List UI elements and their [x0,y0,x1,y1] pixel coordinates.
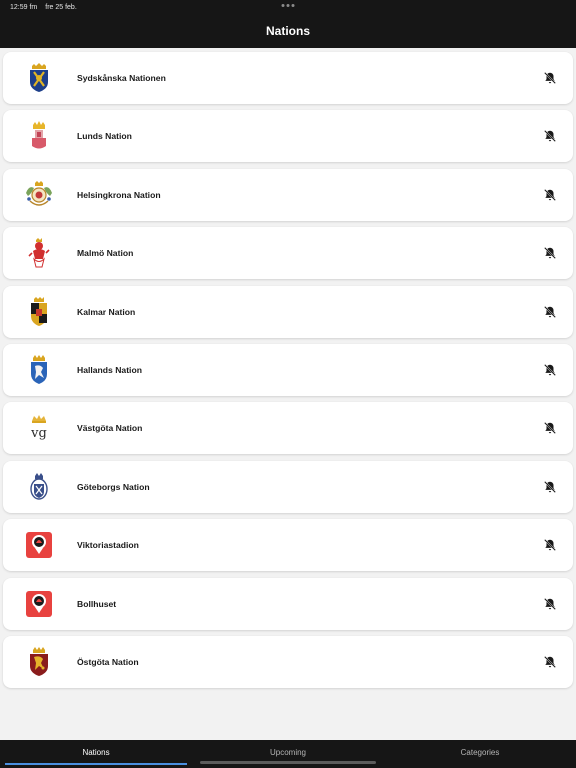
nation-name: Hallands Nation [77,364,142,375]
nation-name: Göteborgs Nation [77,481,150,492]
nation-name: Västgöta Nation [77,423,143,434]
location-pin-icon [24,588,54,620]
nation-card-goteborgs[interactable]: Göteborgs Nation [3,460,573,513]
venue-name: Viktoriastadion [77,540,139,551]
sydskanska-crest-icon [24,62,54,94]
nation-name: Malmö Nation [77,248,134,259]
tab-nations[interactable]: Nations [0,740,192,765]
bell-off-icon[interactable] [543,538,557,552]
nation-card-malmo[interactable]: Malmö Nation [3,227,573,280]
nation-name: Sydskånska Nationen [77,73,166,83]
status-bar: 12:59 fm fre 25 feb. [0,0,576,14]
tab-label: Upcoming [269,747,306,757]
bell-off-icon[interactable] [543,655,557,669]
nation-name: Kalmar Nation [77,306,136,317]
bell-off-icon[interactable] [543,188,557,202]
nation-name: Östgöta Nation [77,656,139,667]
tab-categories[interactable]: Categories [384,740,576,764]
nation-card-lunds[interactable]: Lunds Nation [3,110,573,163]
svg-text:vg: vg [30,426,47,441]
bell-off-icon[interactable] [543,421,557,435]
bell-off-icon[interactable] [543,363,557,377]
nation-card-ostgota[interactable]: Östgöta Nation [3,635,573,688]
tab-label: Categories [460,747,500,757]
navigation-bar: Nations [0,14,576,48]
malmo-crest-icon [24,237,54,269]
vastgota-crest-icon: vg [24,412,54,444]
lunds-crest-icon [24,120,54,152]
nation-name: Helsingkrona Nation [77,189,161,200]
tab-label: Nations [82,747,110,757]
status-time: 12:59 fm [10,3,38,11]
bell-off-icon[interactable] [543,305,557,319]
nation-card-sydskanska[interactable]: Sydskånska Nationen [3,52,573,104]
nations-list: Sydskånska Nationen Lunds Nation Helsing… [0,48,576,740]
multitasking-dots-icon[interactable] [281,4,295,7]
bell-off-icon[interactable] [543,71,557,85]
venue-name: Bollhuset [77,598,117,609]
bell-off-icon[interactable] [543,480,557,494]
location-pin-icon [24,529,54,561]
nation-card-kalmar[interactable]: Kalmar Nation [3,285,573,338]
status-date: fre 25 feb. [45,3,77,11]
helsingkrona-crest-icon [24,179,54,211]
bell-off-icon[interactable] [543,129,557,143]
bell-off-icon[interactable] [543,597,557,611]
bottom-tab-bar: Nations Upcoming Categories [0,740,576,768]
home-indicator[interactable] [200,761,376,764]
venue-card-viktoriastadion[interactable]: Viktoriastadion [3,519,573,572]
nation-card-helsingkrona[interactable]: Helsingkrona Nation [3,168,573,221]
hallands-crest-icon [24,354,54,386]
venue-card-bollhuset[interactable]: Bollhuset [3,577,573,630]
ostgota-crest-icon [24,646,54,678]
goteborgs-crest-icon [24,471,54,503]
kalmar-crest-icon [24,296,54,328]
bell-off-icon[interactable] [543,246,557,260]
nation-name: Lunds Nation [77,131,132,142]
page-title: Nations [265,24,310,38]
nation-card-hallands[interactable]: Hallands Nation [3,343,573,396]
nation-card-vastgota[interactable]: vg Västgöta Nation [3,402,573,455]
